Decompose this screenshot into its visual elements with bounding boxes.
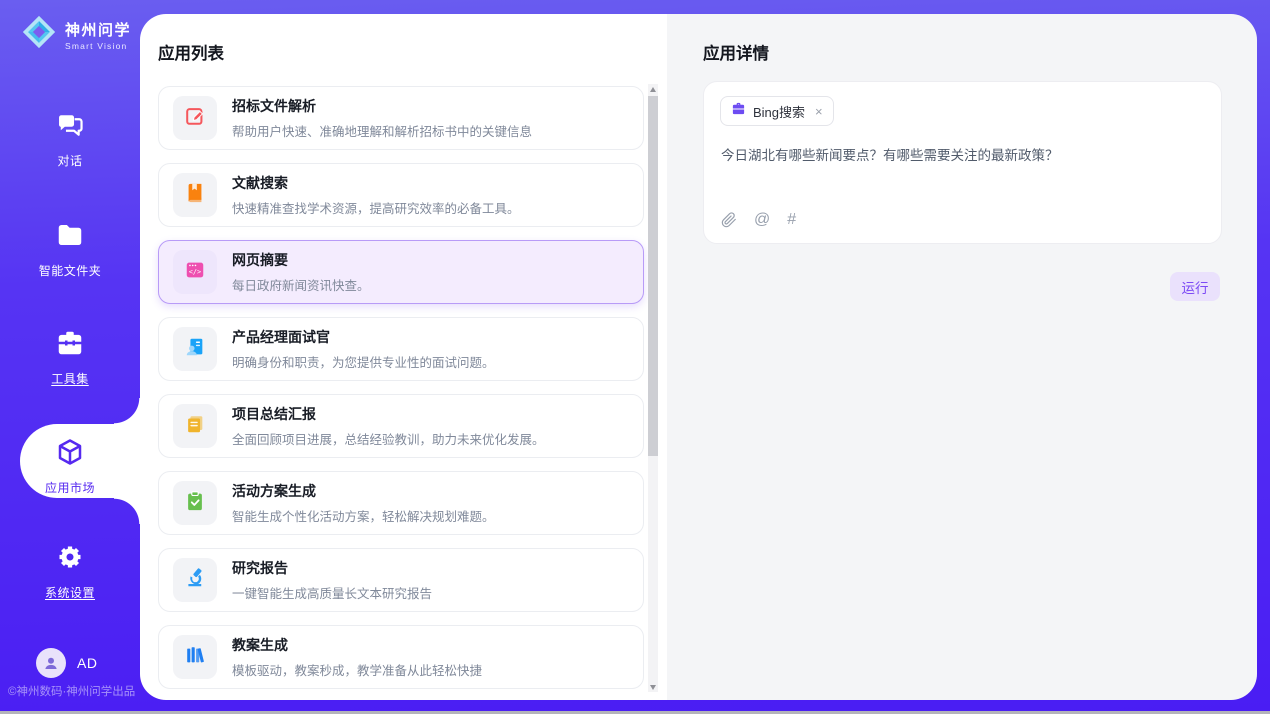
app-card-desc: 模板驱动，教案秒成，教学准备从此轻松快捷 <box>232 660 482 679</box>
app-card[interactable]: 活动方案生成 智能生成个性化活动方案，轻松解决规划难题。 <box>158 471 644 535</box>
sidebar-item-chat[interactable]: 对话 <box>0 110 140 169</box>
resume-icon <box>184 336 206 363</box>
sidebar-item-smart-folder[interactable]: 智能文件夹 <box>0 220 140 279</box>
app-card-title: 教案生成 <box>232 635 482 655</box>
app-card-desc: 每日政府新闻资讯快查。 <box>232 275 370 294</box>
app-detail-title: 应用详情 <box>703 40 769 64</box>
copyright-text: ©神州数码·神州问学出品 <box>8 683 135 699</box>
doc-edit-icon <box>184 105 206 132</box>
app-card[interactable]: 项目总结汇报 全面回顾项目进展，总结经验教训，助力未来优化发展。 <box>158 394 644 458</box>
sidebar-item-label: 系统设置 <box>45 584 95 601</box>
sidebar-item-toolset[interactable]: 工具集 <box>0 328 140 387</box>
sidebar-item-label: 对话 <box>57 152 82 169</box>
brand-name: 神州问学 <box>65 19 131 40</box>
input-toolbar: @ # <box>721 211 796 229</box>
app-card-desc: 智能生成个性化活动方案，轻松解决规划难题。 <box>232 506 495 525</box>
tag-close-icon[interactable]: × <box>815 104 823 119</box>
app-detail-panel: 应用详情 Bing搜索 × 今日湖北有哪些新闻要点？有哪些需要关注的最新政策？ <box>667 14 1257 700</box>
scroll-up-icon[interactable] <box>648 84 658 94</box>
folder-icon <box>55 220 85 255</box>
app-card-title: 文献搜索 <box>232 173 520 193</box>
toolbox-icon <box>55 328 85 363</box>
app-card[interactable]: 招标文件解析 帮助用户快速、准确地理解和解析招标书中的关键信息 <box>158 86 644 150</box>
sidebar-item-app-market[interactable]: 应用市场 <box>0 437 140 496</box>
papers-icon <box>184 413 206 440</box>
avatar <box>36 648 66 678</box>
clipboard-check-icon <box>184 490 206 517</box>
app-card-title: 研究报告 <box>232 558 432 578</box>
run-button[interactable]: 运行 <box>1170 272 1220 301</box>
app-card-title: 项目总结汇报 <box>232 404 545 424</box>
cube-icon <box>55 437 85 472</box>
app-card-desc: 一键智能生成高质量长文本研究报告 <box>232 583 432 602</box>
person-icon <box>42 654 60 672</box>
topic-icon[interactable]: # <box>787 211 796 229</box>
app-icon-tile <box>173 558 217 602</box>
content-area: 应用列表 招标文件解析 帮助用户快速、准确地理解和解析招标书中的关键信息 文献搜… <box>140 14 1257 700</box>
bing-search-tag[interactable]: Bing搜索 × <box>720 96 834 126</box>
brand-logo: 神州问学 Smart Vision <box>20 13 131 56</box>
app-card-desc: 全面回顾项目进展，总结经验教训，助力未来优化发展。 <box>232 429 545 448</box>
app-icon-tile <box>173 481 217 525</box>
app-list-title: 应用列表 <box>158 40 224 64</box>
query-input[interactable]: 今日湖北有哪些新闻要点？有哪些需要关注的最新政策？ <box>721 146 1205 166</box>
app-icon-tile <box>173 635 217 679</box>
app-card-title: 活动方案生成 <box>232 481 495 501</box>
app-card[interactable]: 教案生成 模板驱动，教案秒成，教学准备从此轻松快捷 <box>158 625 644 689</box>
app-icon-tile: </> <box>173 250 217 294</box>
tag-label: Bing搜索 <box>753 102 805 121</box>
list-scrollbar[interactable] <box>648 84 658 692</box>
briefcase-icon <box>731 101 746 121</box>
app-card[interactable]: 文献搜索 快速精准查找学术资源，提高研究效率的必备工具。 <box>158 163 644 227</box>
gear-icon <box>55 542 85 577</box>
sidebar: 神州问学 Smart Vision 对话 智能文件夹 <box>0 0 140 711</box>
app-card-desc: 明确身份和职责，为您提供专业性的面试问题。 <box>232 352 495 371</box>
svg-text:</>: </> <box>189 268 201 276</box>
mention-icon[interactable]: @ <box>754 211 770 229</box>
app-card-title: 招标文件解析 <box>232 96 532 116</box>
sidebar-item-label: 应用市场 <box>45 479 95 496</box>
paperclip-icon[interactable] <box>721 212 737 228</box>
sidebar-item-label: 工具集 <box>51 370 89 387</box>
sidebar-item-label: 智能文件夹 <box>39 262 102 279</box>
app-card-title: 网页摘要 <box>232 250 370 270</box>
app-card-title: 产品经理面试官 <box>232 327 495 347</box>
user-initials: AD <box>77 655 97 671</box>
app-icon-tile <box>173 96 217 140</box>
user-account[interactable]: AD <box>36 648 97 678</box>
gem-logo-icon <box>20 13 58 56</box>
app-card-desc: 帮助用户快速、准确地理解和解析招标书中的关键信息 <box>232 121 532 140</box>
app-window: 神州问学 Smart Vision 对话 智能文件夹 <box>0 0 1270 714</box>
sidebar-item-settings[interactable]: 系统设置 <box>0 542 140 601</box>
app-card[interactable]: 研究报告 一键智能生成高质量长文本研究报告 <box>158 548 644 612</box>
app-icon-tile <box>173 327 217 371</box>
scroll-down-icon[interactable] <box>648 682 658 692</box>
app-card-desc: 快速精准查找学术资源，提高研究效率的必备工具。 <box>232 198 520 217</box>
book-icon <box>184 182 206 209</box>
prompt-input-card: Bing搜索 × 今日湖北有哪些新闻要点？有哪些需要关注的最新政策？ @ # <box>703 81 1222 244</box>
books-icon <box>184 644 206 671</box>
app-card-list: 招标文件解析 帮助用户快速、准确地理解和解析招标书中的关键信息 文献搜索 快速精… <box>158 86 644 700</box>
app-card[interactable]: 产品经理面试官 明确身份和职责，为您提供专业性的面试问题。 <box>158 317 644 381</box>
app-list-panel: 应用列表 招标文件解析 帮助用户快速、准确地理解和解析招标书中的关键信息 文献搜… <box>140 14 667 700</box>
app-card[interactable]: </> 网页摘要 每日政府新闻资讯快查。 <box>158 240 644 304</box>
scrollbar-thumb[interactable] <box>648 96 658 456</box>
app-icon-tile <box>173 404 217 448</box>
app-icon-tile <box>173 173 217 217</box>
chat-icon <box>55 110 85 145</box>
web-code-icon: </> <box>184 259 206 286</box>
microscope-icon <box>184 567 206 594</box>
brand-subtitle: Smart Vision <box>65 41 131 51</box>
